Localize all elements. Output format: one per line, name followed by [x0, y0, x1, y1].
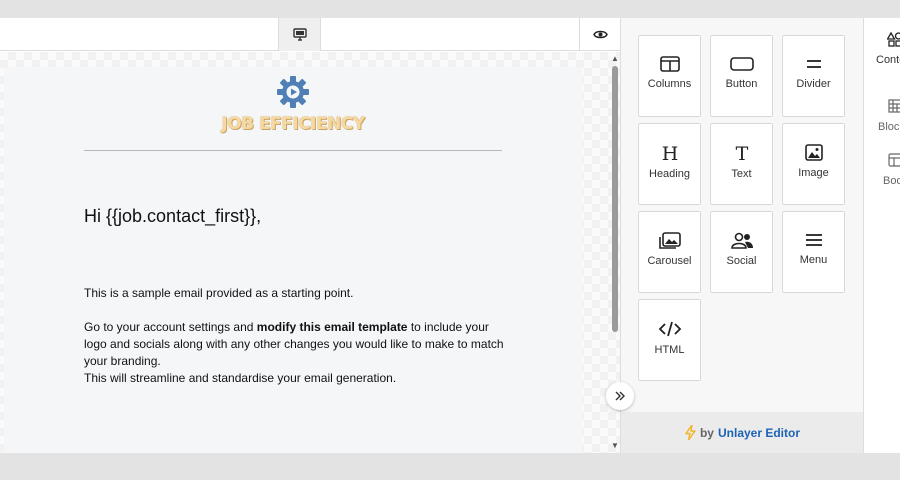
- tool-label: Menu: [799, 254, 828, 266]
- double-chevron-right-icon: [615, 391, 625, 401]
- tool-label: Image: [798, 167, 829, 179]
- paragraph-closing: This will streamline and standardise you…: [84, 371, 397, 385]
- text-icon: T: [735, 144, 748, 162]
- tool-button[interactable]: Button: [710, 35, 773, 117]
- email-divider[interactable]: [84, 150, 502, 151]
- paragraph-intro: This is a sample email provided as a sta…: [84, 286, 354, 300]
- scroll-thumb[interactable]: [612, 66, 618, 332]
- image-icon: [804, 144, 823, 161]
- tab-blocks[interactable]: Blocks: [864, 85, 900, 143]
- editor-toolbar: [0, 18, 620, 51]
- body-icon: [888, 153, 900, 167]
- side-tabs: Content Blocks Body: [863, 18, 900, 453]
- tool-social[interactable]: Social: [710, 211, 773, 293]
- email-greeting[interactable]: Hi {{job.contact_first}},: [84, 206, 261, 227]
- columns-icon: [659, 56, 680, 72]
- heading-icon: H: [661, 144, 678, 162]
- divider-icon: [806, 60, 821, 68]
- code-icon: [658, 321, 681, 337]
- tab-content[interactable]: Content: [864, 18, 900, 76]
- carousel-icon: [658, 232, 681, 249]
- tool-text[interactable]: T Text: [710, 123, 773, 205]
- desktop-view-button[interactable]: [278, 18, 321, 51]
- tool-columns[interactable]: Columns: [638, 35, 701, 117]
- tool-label: Text: [731, 168, 752, 180]
- tab-label: Content: [876, 54, 900, 66]
- tab-label: Blocks: [878, 121, 900, 133]
- logo-text: JOB EFFICIENCY: [221, 114, 365, 134]
- unlayer-link[interactable]: Unlayer Editor: [718, 426, 800, 440]
- menu-icon: [805, 234, 822, 246]
- paragraph-bold-text: modify this email template: [256, 320, 408, 334]
- tool-label: Columns: [647, 78, 692, 90]
- svg-text:T: T: [735, 144, 748, 162]
- powered-by-footer[interactable]: by Unlayer Editor: [621, 412, 864, 453]
- email-canvas[interactable]: JOB EFFICIENCY Hi {{job.contact_first}},…: [0, 52, 620, 453]
- footer-by-text: by: [699, 425, 714, 440]
- tool-label: Heading: [649, 168, 690, 180]
- tool-html[interactable]: HTML: [638, 299, 701, 381]
- gear-icon: [277, 76, 309, 108]
- content-panel: Columns Button Divider H Heading T Text …: [620, 18, 864, 453]
- tool-label: Button: [725, 78, 758, 90]
- tool-divider[interactable]: Divider: [782, 35, 845, 117]
- button-icon: [729, 57, 754, 71]
- tool-image[interactable]: Image: [782, 123, 845, 205]
- desktop-icon: [292, 28, 307, 41]
- paragraph-instructions: Go to your account settings and modify t…: [84, 319, 504, 370]
- email-body[interactable]: JOB EFFICIENCY Hi {{job.contact_first}},…: [4, 67, 582, 453]
- blocks-icon: [888, 99, 900, 113]
- lightning-bolt-icon: [685, 425, 696, 440]
- social-icon: [730, 232, 753, 249]
- collapse-panel-button[interactable]: [606, 382, 634, 410]
- scroll-up-arrow-icon[interactable]: ▲: [611, 54, 619, 63]
- tool-label: Carousel: [647, 255, 692, 267]
- tab-label: Body: [883, 175, 900, 187]
- tool-label: Divider: [796, 78, 831, 90]
- preview-button[interactable]: [579, 18, 620, 51]
- tab-body[interactable]: Body: [864, 139, 900, 197]
- tool-carousel[interactable]: Carousel: [638, 211, 701, 293]
- paragraph-text: Go to your account settings and: [84, 320, 257, 334]
- email-body-text[interactable]: This is a sample email provided as a sta…: [84, 285, 504, 387]
- scroll-down-arrow-icon[interactable]: ▼: [611, 441, 619, 450]
- editor-area: JOB EFFICIENCY Hi {{job.contact_first}},…: [0, 18, 620, 453]
- tool-menu[interactable]: Menu: [782, 211, 845, 293]
- logo-image[interactable]: JOB EFFICIENCY: [218, 76, 368, 136]
- shapes-icon: [887, 32, 900, 47]
- eye-icon: [592, 30, 608, 39]
- tool-heading[interactable]: H Heading: [638, 123, 701, 205]
- tool-label: HTML: [654, 344, 685, 356]
- tool-label: Social: [726, 255, 757, 267]
- svg-text:H: H: [661, 144, 678, 162]
